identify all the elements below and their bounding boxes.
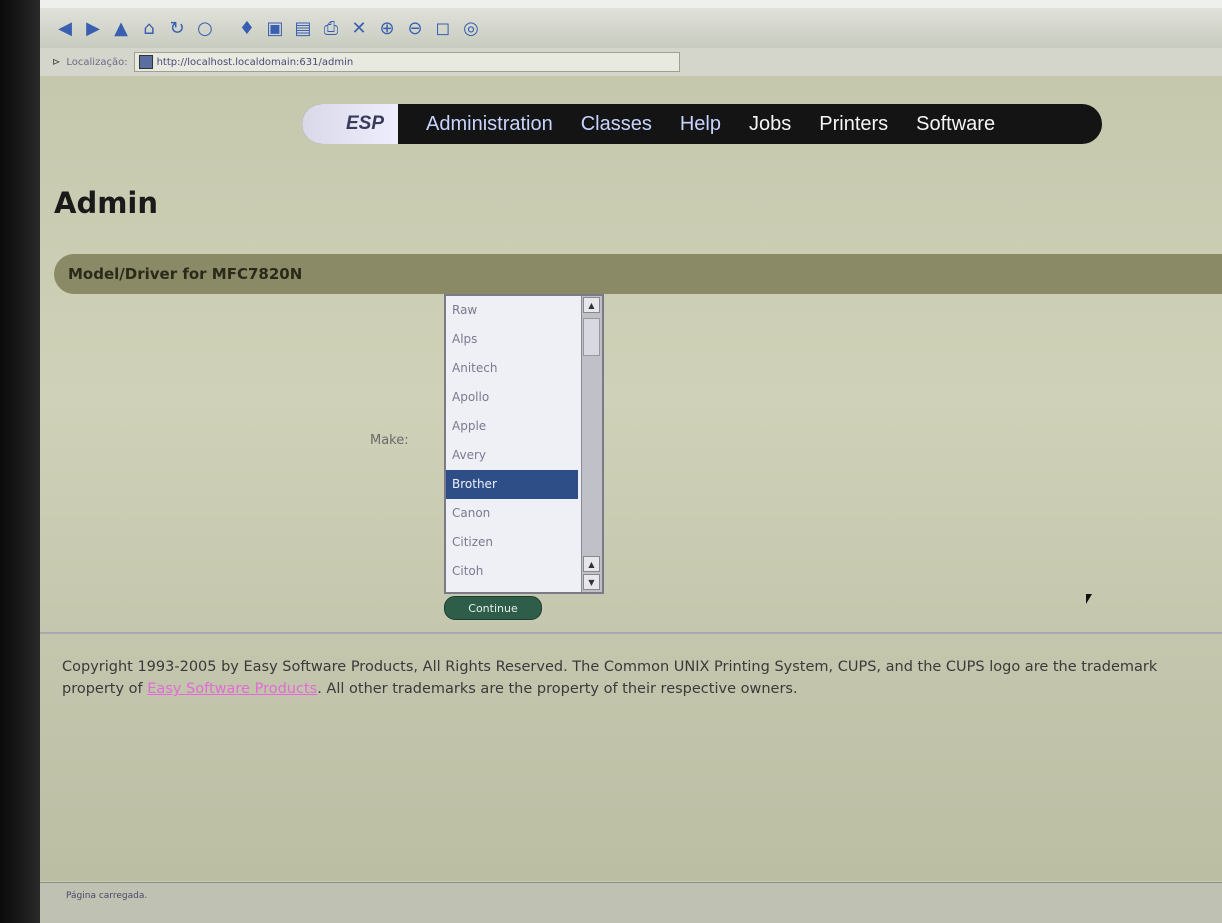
up-icon[interactable]: ▲ [110,17,132,39]
nav-software[interactable]: Software [916,113,995,136]
section-header: Model/Driver for MFC7820N [54,254,1222,294]
monitor-bezel-left [0,0,40,923]
list-item[interactable]: Raw [446,296,578,325]
nav-help[interactable]: Help [680,113,721,136]
url-text: http://localhost.localdomain:631/admin [156,56,354,68]
zoom-out-icon[interactable]: ⊖ [404,17,426,39]
status-text: Página carregada. [66,891,148,901]
copy-icon[interactable]: ▣ [264,17,286,39]
browser-toolbar: ◀ ▶ ▲ ⌂ ↻ ○ ♦ ▣ ▤ ⎙ ✕ ⊕ ⊖ ◻ ◎ [40,8,1222,48]
extra-icon[interactable]: ◎ [460,17,482,39]
forward-icon[interactable]: ▶ [82,17,104,39]
scroll-down-icon[interactable]: ▼ [583,574,600,590]
zoom-in-icon[interactable]: ⊕ [376,17,398,39]
make-label: Make: [370,433,409,448]
nav-brand-esp[interactable]: ESP [302,104,398,144]
nav-administration[interactable]: Administration [426,113,553,136]
status-bar: Página carregada. [40,882,1222,923]
footer-link-esp[interactable]: Easy Software Products [147,681,317,697]
location-label: Localização: [66,56,128,68]
reload-icon[interactable]: ↻ [166,17,188,39]
find-icon[interactable]: ✕ [348,17,370,39]
print-icon[interactable]: ⎙ [320,17,342,39]
nav-jobs[interactable]: Jobs [749,113,791,136]
make-select-list[interactable]: Raw Alps Anitech Apollo Apple Avery Brot… [444,294,604,594]
mouse-cursor-icon [1086,594,1092,604]
window-icon[interactable]: ◻ [432,17,454,39]
list-item[interactable]: Apple [446,412,578,441]
list-item[interactable]: Apollo [446,383,578,412]
list-item-selected[interactable]: Brother [446,470,578,499]
home-icon[interactable]: ⌂ [138,17,160,39]
list-scrollbar[interactable]: ▲ ▲ ▼ [581,296,602,592]
scroll-up-icon[interactable]: ▲ [583,297,600,313]
scroll-up-icon[interactable]: ▲ [583,556,600,572]
scroll-thumb[interactable] [583,318,600,356]
nav-printers[interactable]: Printers [819,113,888,136]
footer-text-end: . All other trademarks are the property … [317,681,798,697]
cups-navbar: ESP Administration Classes Help Jobs Pri… [302,104,1102,144]
continue-button[interactable]: Continue [444,596,542,620]
list-item[interactable]: Alps [446,325,578,354]
list-item[interactable]: Citizen [446,528,578,557]
section-title: Model/Driver for MFC7820N [68,265,303,283]
page-icon [138,55,153,69]
location-arrow-icon: ⊳ [52,56,61,68]
footer-copyright: Copyright 1993-2005 by Easy Software Pro… [62,656,1222,700]
list-item[interactable]: Citoh [446,557,578,586]
divider [40,632,1222,634]
list-item[interactable]: Anitech [446,354,578,383]
bookmark-icon[interactable]: ♦ [236,17,258,39]
location-bar: ⊳ Localização: http://localhost.localdom… [40,48,1222,77]
paste-icon[interactable]: ▤ [292,17,314,39]
browser-window: ◀ ▶ ▲ ⌂ ↻ ○ ♦ ▣ ▤ ⎙ ✕ ⊕ ⊖ ◻ ◎ ⊳ Localiza… [40,8,1222,923]
url-input[interactable]: http://localhost.localdomain:631/admin [133,52,680,72]
back-icon[interactable]: ◀ [54,17,76,39]
stop-icon[interactable]: ○ [194,17,216,39]
nav-classes[interactable]: Classes [581,113,652,136]
page-content: ESP Administration Classes Help Jobs Pri… [40,76,1222,881]
list-item[interactable]: Canon [446,499,578,528]
page-title: Admin [54,186,159,220]
list-item[interactable]: Avery [446,441,578,470]
